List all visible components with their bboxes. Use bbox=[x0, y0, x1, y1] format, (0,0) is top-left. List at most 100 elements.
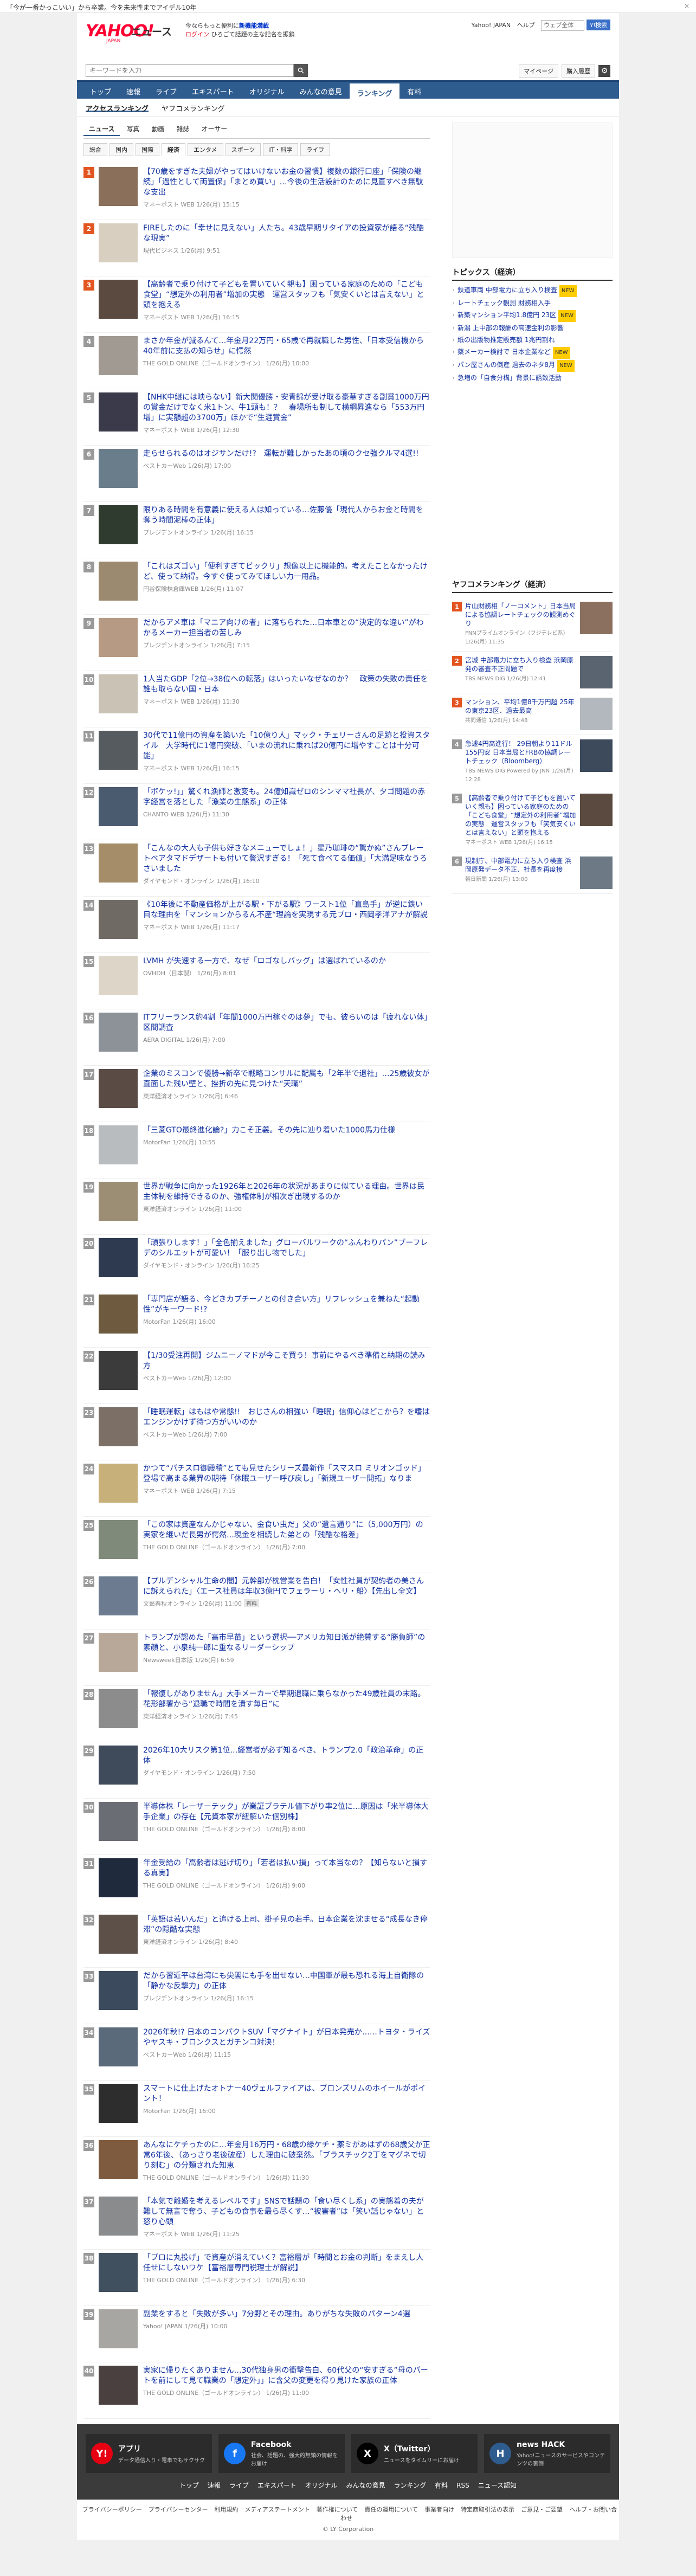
article-title[interactable]: 【高齢者で乗り付けて子どもを置いていく親も】困っている家庭のための「こども食堂」… bbox=[143, 280, 424, 310]
genre-tab[interactable]: ニュース bbox=[83, 123, 120, 136]
article-thumbnail[interactable] bbox=[99, 1351, 138, 1390]
ranking-item[interactable]: 23 「睡眠運転」はもはや常態!! おじさんの相強い「睡眠」信仰心はどこから？を嗜… bbox=[83, 1404, 430, 1460]
mini-search-button[interactable]: Y!検索 bbox=[586, 20, 610, 30]
ranking-item[interactable]: 4 まさか年金が減るんて…年金月22万円・65歳で再就職した男性、「日本受信機から… bbox=[83, 333, 430, 389]
topic-item[interactable]: 新潟 上中部の報酬の高速金利の影響 bbox=[452, 322, 613, 334]
legal-link[interactable]: ご意見・ご要望 bbox=[521, 2506, 563, 2513]
comment-ranking-thumbnail[interactable] bbox=[580, 656, 613, 688]
ranking-item[interactable]: 19 世界が戦争に向かった1926年と2026年の状況があまりに似ている理由。世界… bbox=[83, 1178, 430, 1235]
article-thumbnail[interactable] bbox=[99, 674, 138, 713]
mini-search-input[interactable] bbox=[541, 20, 585, 31]
article-thumbnail[interactable] bbox=[99, 167, 138, 206]
topic-item[interactable]: 急増の「自食分構」背景に誘致活動 bbox=[452, 372, 613, 384]
topic-text[interactable]: 鉄道車両 中部電力に立ち入り検査 bbox=[457, 286, 557, 294]
article-thumbnail[interactable] bbox=[99, 1464, 138, 1503]
article-thumbnail[interactable] bbox=[99, 2309, 138, 2348]
ranking-item[interactable]: 26 【プルデンシャル生命の闇】元幹部が枕営業を告白！「女性社員が契約者の美さんに… bbox=[83, 1573, 430, 1630]
ranking-item[interactable]: 32 「英語は若いんだ」と追ける上司、掛子見の若手。日本企業を沈ませる“成長なき停… bbox=[83, 1911, 430, 1968]
article-title[interactable]: 「頑張りします！」「全色揃えました」グローバルワークの“ふんわりパン”ブーフレデ… bbox=[143, 1239, 428, 1258]
promo-highlight[interactable]: 新機能満載 bbox=[239, 22, 269, 29]
article-thumbnail[interactable] bbox=[99, 1576, 138, 1615]
article-thumbnail[interactable] bbox=[99, 449, 138, 488]
article-title[interactable]: 「報復しがありません」大手メーカーで早期退職に乗らなかった49歳社員の末路。花形… bbox=[143, 1690, 426, 1709]
article-title[interactable]: 【1/30受注再開】ジムニーノマドが今こそ買う！事前にやるべき準備と納期の読み方 bbox=[143, 1351, 426, 1370]
article-thumbnail[interactable] bbox=[99, 787, 138, 826]
sub-genre-tab[interactable]: エンタメ bbox=[188, 143, 223, 156]
footer-link[interactable]: トップ bbox=[179, 2482, 199, 2489]
site-name[interactable]: ニュース bbox=[131, 24, 172, 38]
genre-tab[interactable]: 動画 bbox=[146, 123, 170, 136]
footer-link[interactable]: エキスパート bbox=[257, 2482, 297, 2489]
article-thumbnail[interactable] bbox=[99, 843, 138, 883]
article-title[interactable]: 2026年秋!? 日本のコンパクトSUV「マグナイト」が日本発売か……トヨタ・ラ… bbox=[143, 2028, 430, 2047]
article-thumbnail[interactable] bbox=[99, 1125, 138, 1164]
sub-genre-tab[interactable]: 国際 bbox=[136, 143, 159, 156]
ranking-item[interactable]: 39 副業をすると「失敗が多い」7分野とその理由。ありがちな失敗のパターン4選 Ya… bbox=[83, 2306, 430, 2362]
comment-ranking-thumbnail[interactable] bbox=[580, 739, 613, 772]
article-thumbnail[interactable] bbox=[99, 223, 138, 262]
comment-ranking-title[interactable]: 【高齢者で乗り付けて子どもを置いていく親も】困っている家庭のための「こども食堂」… bbox=[465, 794, 576, 836]
ranking-item[interactable]: 11 30代で11億円の資産を築いた「10億り人」マック・チェリーさんの足跡と投資… bbox=[83, 727, 430, 784]
article-title[interactable]: かつて“パチスロ御殿積”とても見せたシリーズ最新作「スマスロ ミリオンゴッド」登… bbox=[143, 1464, 426, 1483]
legal-link[interactable]: 責任の運用について bbox=[364, 2506, 418, 2513]
legal-link[interactable]: プライバシーポリシー bbox=[82, 2506, 142, 2513]
article-thumbnail[interactable] bbox=[99, 1858, 138, 1897]
comment-ranking-item[interactable]: 1 片山財務相「ノーコメント」日本当局による協調レートチェックの観測めぐり FNNプ… bbox=[452, 597, 613, 652]
article-title[interactable]: 「プロに丸投げ」で資産が消えていく？富裕層が「時間とお金の判断」をまえし人任せに… bbox=[143, 2253, 423, 2272]
ranking-item[interactable]: 33 だから習近平は台湾にも尖閣にも手を出せない…中国軍が最も恐れる海上自衛隊の「… bbox=[83, 1968, 430, 2024]
article-thumbnail[interactable] bbox=[99, 392, 138, 432]
topic-text[interactable]: 紙の出版物推定販売額 1兆円割れ bbox=[457, 336, 555, 344]
article-title[interactable]: 「本気で離婚を考えるレベルです」SNSで話題の「食い尽くし系」の実態着の夫が難し… bbox=[143, 2197, 424, 2226]
article-title[interactable]: だからアメ車は「マニア向けの者」に落ちられた…日本車との“決定的な違い”がわかる… bbox=[143, 619, 424, 637]
article-thumbnail[interactable] bbox=[99, 562, 138, 601]
topic-text[interactable]: 新築マンション平均1.8億円 23区 bbox=[457, 311, 556, 319]
comment-ranking-thumbnail[interactable] bbox=[580, 698, 613, 730]
topic-text[interactable]: 薬メーカー検討で 日本企業など bbox=[457, 348, 551, 356]
article-thumbnail[interactable] bbox=[99, 2084, 138, 2123]
article-thumbnail[interactable] bbox=[99, 2140, 138, 2179]
article-title[interactable]: 「専門店が語る、今どきカプチーノとの付き合い方」リフレッシュを兼ねた“起動性”が… bbox=[143, 1295, 420, 1314]
comment-ranking-item[interactable]: 2 宮城 中部電力に立ち入り検査 浜岡原発の審査不正問題で TBS NEWS DIG… bbox=[452, 652, 613, 693]
legal-link[interactable]: プライバシーセンター bbox=[149, 2506, 208, 2513]
help-link[interactable]: ヘルプ bbox=[517, 22, 535, 29]
ranking-item[interactable]: 15 LVMH が失速する一方で、なぜ「ロゴなしバッグ」は選ばれているのか OVHD… bbox=[83, 953, 430, 1009]
article-title[interactable]: 1人当たGDP「2位→38位への転落」はいったいなぜなのか？ 政策の失敗の責任を… bbox=[143, 675, 428, 694]
article-title[interactable]: 【NHK中継には映らない】新大関優勝・安青錦が受け取る豪華すぎる副賞1000万円… bbox=[143, 393, 429, 422]
login-link[interactable]: ログイン bbox=[185, 31, 209, 38]
article-thumbnail[interactable] bbox=[99, 505, 138, 544]
article-thumbnail[interactable] bbox=[99, 2197, 138, 2236]
ranking-item[interactable]: 5 【NHK中継には映らない】新大関優勝・安青錦が受け取る豪華すぎる副賞1000万… bbox=[83, 389, 430, 446]
footer-link[interactable]: ニュース認知 bbox=[478, 2482, 517, 2489]
ranking-item[interactable]: 29 2026年10大リスク第1位…経営者が必ず知るべき、トランプ2.0「政治革命… bbox=[83, 1742, 430, 1799]
mypage-link[interactable]: マイページ bbox=[519, 65, 558, 78]
article-thumbnail[interactable] bbox=[99, 1238, 138, 1277]
gnav-item[interactable]: みんなの意見 bbox=[292, 82, 350, 99]
article-thumbnail[interactable] bbox=[99, 1520, 138, 1559]
sub-genre-tab[interactable]: 国内 bbox=[109, 143, 133, 156]
ranking-item[interactable]: 1 【70歳をすぎた夫婦がやってはいけないお金の習慣】複数の銀行口座」「保険の継続… bbox=[83, 164, 430, 220]
article-title[interactable]: トランプが認めた「高市早苗」という選択──アメリカ知日派が絶賛する“勝負師”の素… bbox=[143, 1633, 425, 1652]
footer-box[interactable]: f Facebook 社会、話題の、強大的無類の情報をお届け bbox=[218, 2434, 345, 2473]
sub-genre-tab[interactable]: 総合 bbox=[83, 143, 107, 156]
article-title[interactable]: 「ボケッ!」」驚くれ漁師と激変も。24億知識ゼロのシンママ社長が、夕ゴ問題の赤字… bbox=[143, 788, 425, 807]
ranking-item[interactable]: 40 実家に帰りたくありません…30代独身男の衝撃告白、60代父の“安すぎる”母の… bbox=[83, 2362, 430, 2419]
gnav-item[interactable]: ライブ bbox=[148, 82, 184, 99]
ranking-item[interactable]: 13 「こんなの大人も子供も好きなメニューでしょ！」星乃珈琲の“驚かぬ”さんプレー… bbox=[83, 840, 430, 897]
ranking-item[interactable]: 9 だからアメ車は「マニア向けの者」に落ちられた…日本車との“決定的な違い”がわか… bbox=[83, 615, 430, 671]
comment-ranking-thumbnail[interactable] bbox=[580, 794, 613, 826]
footer-link[interactable]: ランキング bbox=[394, 2482, 427, 2489]
ranking-item[interactable]: 30 半導体株「レーザーテック」が業証ブラテル値下がり率2位に…原因は「米半導体大… bbox=[83, 1799, 430, 1855]
topic-item[interactable]: 紙の出版物推定販売額 1兆円割れ bbox=[452, 334, 613, 346]
genre-tab[interactable]: オーサー bbox=[196, 123, 233, 136]
ranking-item[interactable]: 37 「本気で離婚を考えるレベルです」SNSで話題の「食い尽くし系」の実態着の夫が… bbox=[83, 2193, 430, 2250]
article-thumbnail[interactable] bbox=[99, 280, 138, 319]
ranking-item[interactable]: 2 FIREしたのに「幸せに見えない」人たち。43歳早期リタイアの投資家が語る“残… bbox=[83, 220, 430, 276]
topic-text[interactable]: レートチェック観測 財務相入手 bbox=[457, 299, 551, 307]
ranking-item[interactable]: 27 トランプが認めた「高市早苗」という選択──アメリカ知日派が絶賛する“勝負師”… bbox=[83, 1630, 430, 1686]
article-thumbnail[interactable] bbox=[99, 618, 138, 657]
gnav-item[interactable]: 有料 bbox=[399, 82, 429, 99]
article-thumbnail[interactable] bbox=[99, 1746, 138, 1785]
close-icon[interactable]: × bbox=[684, 2, 689, 10]
topic-item[interactable]: 薬メーカー検討で 日本企業などNEW bbox=[452, 346, 613, 359]
comment-ranking-title[interactable]: 宮城 中部電力に立ち入り検査 浜岡原発の審査不正問題で bbox=[465, 656, 573, 673]
